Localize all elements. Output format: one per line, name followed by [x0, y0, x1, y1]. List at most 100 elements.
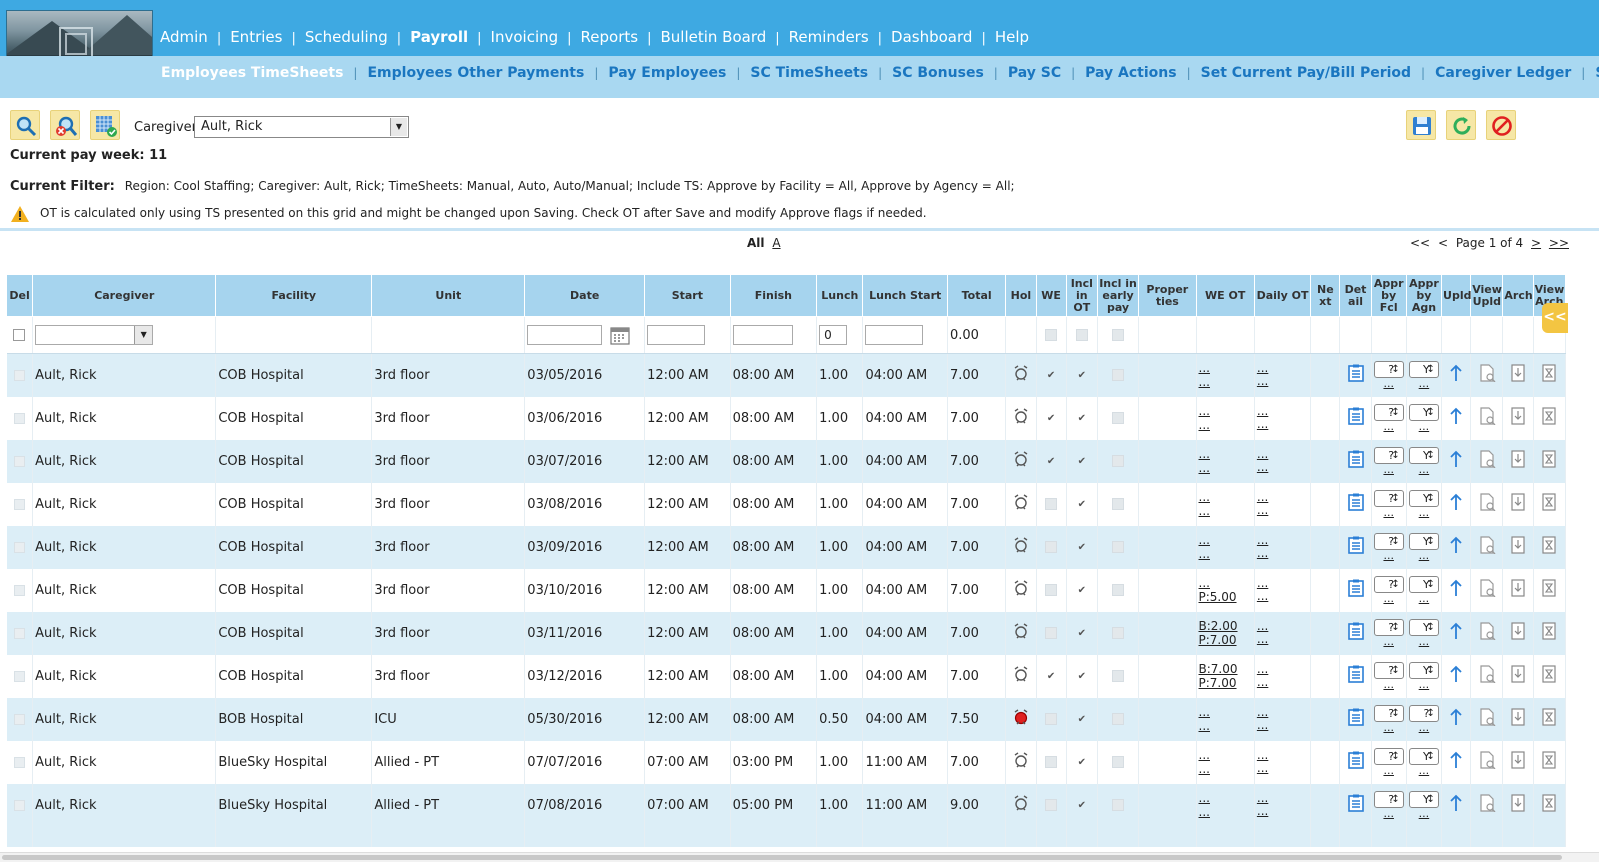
approve-by-facility-link[interactable]: ...	[1374, 507, 1404, 518]
subnav-employees-timesheets[interactable]: Employees TimeSheets	[161, 65, 343, 81]
archive-icon[interactable]	[1510, 407, 1526, 425]
daily-ot-link[interactable]: ...	[1257, 375, 1308, 388]
upload-arrow-icon[interactable]	[1448, 708, 1464, 726]
alpha-all[interactable]: All	[747, 236, 765, 250]
column-header-det-ail[interactable]: Det ail	[1339, 274, 1372, 317]
daily-ot-link[interactable]: ...	[1257, 547, 1308, 560]
subnav-sc-timesheets[interactable]: SC TimeSheets	[750, 65, 868, 81]
row-delete-checkbox[interactable]	[13, 756, 25, 768]
view-document-icon[interactable]	[1478, 751, 1496, 770]
nav-dashboard[interactable]: Dashboard	[891, 28, 972, 46]
cancel-button[interactable]	[1486, 110, 1516, 140]
column-header-start[interactable]: Start	[644, 274, 731, 317]
view-document-icon[interactable]	[1478, 708, 1496, 727]
we-ot-link[interactable]: B:2.00	[1199, 619, 1252, 633]
view-document-icon[interactable]	[1478, 665, 1496, 684]
subnav-sc-bonuses[interactable]: SC Bonuses	[892, 65, 984, 81]
detail-list-icon[interactable]	[1347, 622, 1365, 640]
table-row[interactable]: Ault, Rick COB Hospital 3rd floor 03/10/201…	[6, 568, 1567, 612]
alarm-clock-icon[interactable]	[1013, 751, 1029, 769]
archive-icon[interactable]	[1510, 665, 1526, 683]
table-row[interactable]: Ault, Rick COB Hospital 3rd floor 03/12/201…	[6, 654, 1567, 698]
daily-ot-link[interactable]: ...	[1257, 676, 1308, 689]
incl-ot-checkbox-checked[interactable]: ✔	[1076, 413, 1087, 424]
incl-early-pay-checkbox[interactable]	[1112, 412, 1125, 424]
alarm-clock-icon[interactable]	[1013, 493, 1029, 511]
column-header-incl-in-ot[interactable]: Incl in OT	[1065, 274, 1098, 317]
approve-by-facility-select[interactable]: ?	[1373, 791, 1404, 808]
approve-by-agency-link[interactable]: ...	[1409, 722, 1439, 733]
we-checkbox[interactable]	[1045, 498, 1058, 510]
alarm-clock-icon[interactable]	[1013, 450, 1029, 468]
clear-search-button[interactable]	[50, 110, 80, 140]
column-header-total[interactable]: Total	[946, 274, 1007, 317]
incl-early-pay-checkbox[interactable]	[1112, 799, 1125, 811]
we-ot-link[interactable]: P:5.00	[1199, 590, 1252, 604]
incl-ot-checkbox-checked[interactable]: ✔	[1076, 757, 1087, 768]
detail-list-icon[interactable]	[1347, 794, 1365, 812]
we-ot-link[interactable]: ...	[1199, 375, 1252, 389]
row-delete-checkbox[interactable]	[13, 670, 25, 682]
collapse-panel-button[interactable]: <<	[1542, 303, 1568, 333]
approve-by-agency-link[interactable]: ...	[1409, 679, 1439, 690]
incl-ot-checkbox-checked[interactable]: ✔	[1076, 628, 1087, 639]
row-delete-checkbox[interactable]	[13, 541, 25, 553]
we-ot-link[interactable]: ...	[1199, 576, 1252, 590]
approve-by-facility-select[interactable]: ?	[1373, 662, 1404, 679]
we-ot-link[interactable]: ...	[1199, 533, 1252, 547]
approve-by-facility-link[interactable]: ...	[1374, 378, 1404, 389]
daily-ot-link[interactable]: ...	[1257, 504, 1308, 517]
approve-by-facility-select[interactable]: ?	[1373, 490, 1404, 507]
date-filter-input[interactable]	[527, 325, 603, 345]
view-document-icon[interactable]	[1478, 364, 1496, 383]
approve-by-facility-link[interactable]: ...	[1374, 550, 1404, 561]
incl-ot-checkbox-checked[interactable]: ✔	[1076, 585, 1087, 596]
alpha-a[interactable]: A	[772, 236, 780, 250]
column-header-we-ot[interactable]: WE OT	[1195, 274, 1255, 317]
view-archive-icon[interactable]	[1541, 708, 1557, 726]
view-archive-icon[interactable]	[1541, 407, 1557, 425]
alarm-clock-icon[interactable]	[1013, 665, 1029, 683]
table-row[interactable]: Ault, Rick COB Hospital 3rd floor 03/09/201…	[6, 525, 1567, 569]
we-ot-link[interactable]: ...	[1199, 404, 1252, 418]
incl-ot-checkbox-checked[interactable]: ✔	[1076, 714, 1087, 725]
column-header-proper-ties[interactable]: Proper ties	[1138, 274, 1197, 317]
approve-by-agency-link[interactable]: ...	[1409, 464, 1439, 475]
we-checkbox[interactable]	[1045, 713, 1058, 725]
pager-first[interactable]: <<	[1410, 236, 1430, 250]
archive-icon[interactable]	[1510, 536, 1526, 554]
subnav-caregiver-ledger[interactable]: Caregiver Ledger	[1435, 65, 1571, 81]
nav-reminders[interactable]: Reminders	[789, 28, 869, 46]
row-delete-checkbox[interactable]	[13, 799, 25, 811]
column-header-lunch[interactable]: Lunch	[816, 274, 864, 317]
incl-ot-checkbox-checked[interactable]: ✔	[1076, 370, 1087, 381]
column-header-incl-in-early-pay[interactable]: Incl in early pay	[1096, 274, 1140, 317]
table-row[interactable]: Ault, Rick COB Hospital 3rd floor 03/11/201…	[6, 611, 1567, 655]
approve-by-agency-link[interactable]: ...	[1409, 421, 1439, 432]
nav-help[interactable]: Help	[995, 28, 1029, 46]
archive-icon[interactable]	[1510, 622, 1526, 640]
view-archive-icon[interactable]	[1541, 364, 1557, 382]
horizontal-scrollbar[interactable]	[0, 852, 1599, 862]
approve-by-agency-select[interactable]: Y	[1408, 404, 1439, 421]
table-row[interactable]: Ault, Rick COB Hospital 3rd floor 03/07/201…	[6, 439, 1567, 483]
table-row[interactable]: Ault, Rick BlueSky Hospital Allied - PT 07/…	[6, 740, 1567, 784]
we-checkbox[interactable]	[1045, 799, 1058, 811]
upload-arrow-icon[interactable]	[1448, 493, 1464, 511]
daily-ot-link[interactable]: ...	[1257, 590, 1308, 603]
approve-by-facility-link[interactable]: ...	[1374, 464, 1404, 475]
column-header-facility[interactable]: Facility	[215, 274, 373, 317]
daily-ot-link[interactable]: ...	[1257, 633, 1308, 646]
we-ot-link[interactable]: ...	[1199, 418, 1252, 432]
subnav-employees-other-payments[interactable]: Employees Other Payments	[367, 65, 584, 81]
view-archive-icon[interactable]	[1541, 622, 1557, 640]
view-document-icon[interactable]	[1478, 794, 1496, 813]
detail-list-icon[interactable]	[1347, 579, 1365, 597]
we-ot-link[interactable]: ...	[1199, 447, 1252, 461]
alarm-clock-icon[interactable]	[1013, 364, 1029, 382]
column-header-daily-ot[interactable]: Daily OT	[1253, 274, 1312, 317]
approve-by-facility-link[interactable]: ...	[1374, 765, 1404, 776]
detail-list-icon[interactable]	[1347, 708, 1365, 726]
approve-by-agency-select[interactable]: Y	[1408, 748, 1439, 765]
grid-approve-button[interactable]	[90, 110, 120, 140]
